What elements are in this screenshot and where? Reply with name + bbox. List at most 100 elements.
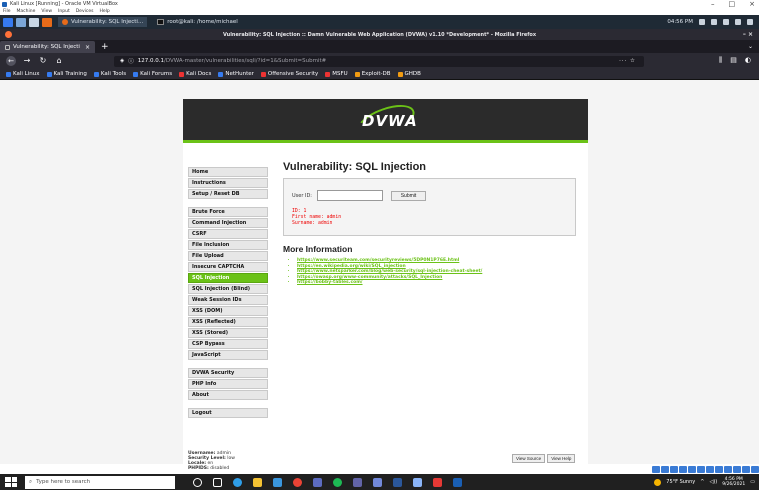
status-icon[interactable] (697, 466, 705, 473)
minimize-button[interactable]: – (711, 0, 715, 8)
menu-devices[interactable]: Devices (76, 9, 94, 14)
firefox-launcher-icon[interactable] (42, 17, 52, 27)
bookmark-exploit-db[interactable]: Exploit-DB (354, 71, 391, 77)
back-button[interactable]: ← (6, 56, 16, 66)
bookmark-kali-forums[interactable]: Kali Forums (133, 71, 172, 77)
bookmark-nethunter[interactable]: NetHunter (218, 71, 254, 77)
files-icon[interactable] (29, 17, 39, 27)
shield-icon[interactable]: ◈ (120, 58, 124, 64)
task-firefox[interactable]: Vulnerability: SQL Injecti... (58, 17, 148, 27)
menu-item-logout[interactable]: Logout (188, 408, 268, 418)
menu-item-about[interactable]: About (188, 390, 268, 400)
menu-item-weak-session-ids[interactable]: Weak Session IDs (188, 295, 268, 305)
task-view-icon[interactable] (213, 477, 222, 487)
new-tab-button[interactable]: + (101, 41, 109, 53)
bookmark-kali-linux[interactable]: Kali Linux (6, 71, 40, 77)
taskbar-search[interactable]: ⌕ Type here to search (25, 475, 175, 489)
menu-file[interactable]: File (3, 9, 11, 14)
reference-link[interactable]: https://bobby-tables.com/ (297, 280, 583, 286)
status-icon[interactable] (688, 466, 696, 473)
status-icon[interactable] (751, 466, 759, 473)
start-button[interactable] (5, 477, 17, 487)
task-terminal[interactable]: root@kali: /home/michael (153, 17, 242, 27)
status-icon[interactable] (715, 466, 723, 473)
teams-icon[interactable] (353, 477, 362, 487)
userid-input[interactable] (317, 190, 383, 201)
status-icon[interactable] (670, 466, 678, 473)
status-icon[interactable] (652, 466, 660, 473)
status-icon[interactable] (733, 466, 741, 473)
close-button[interactable]: × (749, 0, 755, 8)
menu-item-javascript[interactable]: JavaScript (188, 350, 268, 360)
url-bar[interactable]: ◈ ⓘ 127.0.0.1/DVWA-master/vulnerabilitie… (114, 55, 644, 67)
firefox-window-controls[interactable]: – × (743, 29, 753, 40)
weather-sun-icon[interactable] (654, 478, 662, 486)
menu-help[interactable]: Help (99, 9, 109, 14)
reload-button[interactable]: ↻ (38, 56, 48, 66)
tab-list-chevron-icon[interactable]: ⌄ (748, 41, 753, 53)
status-icon[interactable] (706, 466, 714, 473)
panel-clock[interactable]: 04:56 PM (667, 19, 693, 25)
kali-menu-icon[interactable] (3, 17, 13, 27)
notification-center-icon[interactable]: ▭ (750, 479, 755, 485)
discord-icon[interactable] (373, 477, 382, 487)
submit-button[interactable]: Submit (391, 191, 426, 201)
menu-item-command-injection[interactable]: Command Injection (188, 218, 268, 228)
network-app-icon[interactable] (413, 477, 422, 487)
menu-item-file-inclusion[interactable]: File Inclusion (188, 240, 268, 250)
info-icon[interactable]: ⓘ (128, 57, 134, 65)
lock-icon[interactable] (747, 19, 753, 25)
menu-item-insecure-captcha[interactable]: Insecure CAPTCHA (188, 262, 268, 272)
menu-item-xss-reflected[interactable]: XSS (Reflected) (188, 317, 268, 327)
status-icon[interactable] (661, 466, 669, 473)
status-icon[interactable] (742, 466, 750, 473)
bookmark-kali-tools[interactable]: Kali Tools (93, 71, 126, 77)
menu-item-xss-stored[interactable]: XSS (Stored) (188, 328, 268, 338)
workspace-icon[interactable] (16, 17, 26, 27)
forward-button[interactable]: → (22, 56, 32, 66)
bookmark-offensive-security[interactable]: Offensive Security (260, 71, 318, 77)
extension-icon[interactable]: ◐ (745, 56, 751, 65)
menu-item-php-info[interactable]: PHP Info (188, 379, 268, 389)
menu-item-brute-force[interactable]: Brute Force (188, 207, 268, 217)
page-actions-icon[interactable]: ··· ☆ (619, 58, 636, 64)
edge-icon[interactable] (233, 477, 242, 487)
status-icon[interactable] (679, 466, 687, 473)
bookmark-msfu[interactable]: MSFU (325, 71, 348, 77)
menu-item-home[interactable]: Home (188, 167, 268, 177)
menu-item-csrf[interactable]: CSRF (188, 229, 268, 239)
tab-close-icon[interactable]: × (85, 44, 90, 51)
bookmark-ghdb[interactable]: GHDB (397, 71, 421, 77)
view-help-button[interactable]: View Help (547, 454, 576, 463)
menu-machine[interactable]: Machine (17, 9, 36, 14)
sidebar-icon[interactable]: ▤ (730, 56, 737, 65)
tray-chevron-icon[interactable]: ^ (700, 479, 704, 485)
maximize-button[interactable]: □ (729, 0, 736, 8)
chrome-icon[interactable] (293, 477, 302, 487)
menu-input[interactable]: Input (58, 9, 70, 14)
menu-item-setup-reset-db[interactable]: Setup / Reset DB (188, 189, 268, 199)
vscode-icon[interactable] (273, 477, 282, 487)
oracle-app-icon[interactable] (433, 477, 442, 487)
view-source-button[interactable]: View Source (512, 454, 546, 463)
notification-icon[interactable] (723, 19, 729, 25)
menu-item-sql-injection-blind[interactable]: SQL Injection (Blind) (188, 284, 268, 294)
library-icon[interactable]: ⫼ (719, 56, 722, 65)
weather-text[interactable]: 75°F Sunny (666, 479, 695, 485)
word-icon[interactable] (393, 477, 402, 487)
app-icon[interactable] (313, 477, 322, 487)
speaker-icon[interactable]: ◁)) (709, 479, 717, 485)
spotify-icon[interactable] (333, 477, 342, 487)
bookmark-kali-docs[interactable]: Kali Docs (179, 71, 211, 77)
display-icon[interactable] (699, 19, 705, 25)
bookmark-kali-training[interactable]: Kali Training (46, 71, 87, 77)
tab-sql-injection[interactable]: Vulnerability: SQL Injecti × (0, 41, 95, 53)
taskbar-clock[interactable]: 4:56 PM 9/26/2021 (722, 477, 745, 488)
menu-item-sql-injection[interactable]: SQL Injection (188, 273, 268, 283)
volume-icon[interactable] (711, 19, 717, 25)
virtualbox-taskbar-icon[interactable] (453, 477, 462, 487)
network-icon[interactable] (735, 19, 741, 25)
status-icon[interactable] (724, 466, 732, 473)
cortana-icon[interactable] (193, 477, 202, 487)
menu-item-dvwa-security[interactable]: DVWA Security (188, 368, 268, 378)
